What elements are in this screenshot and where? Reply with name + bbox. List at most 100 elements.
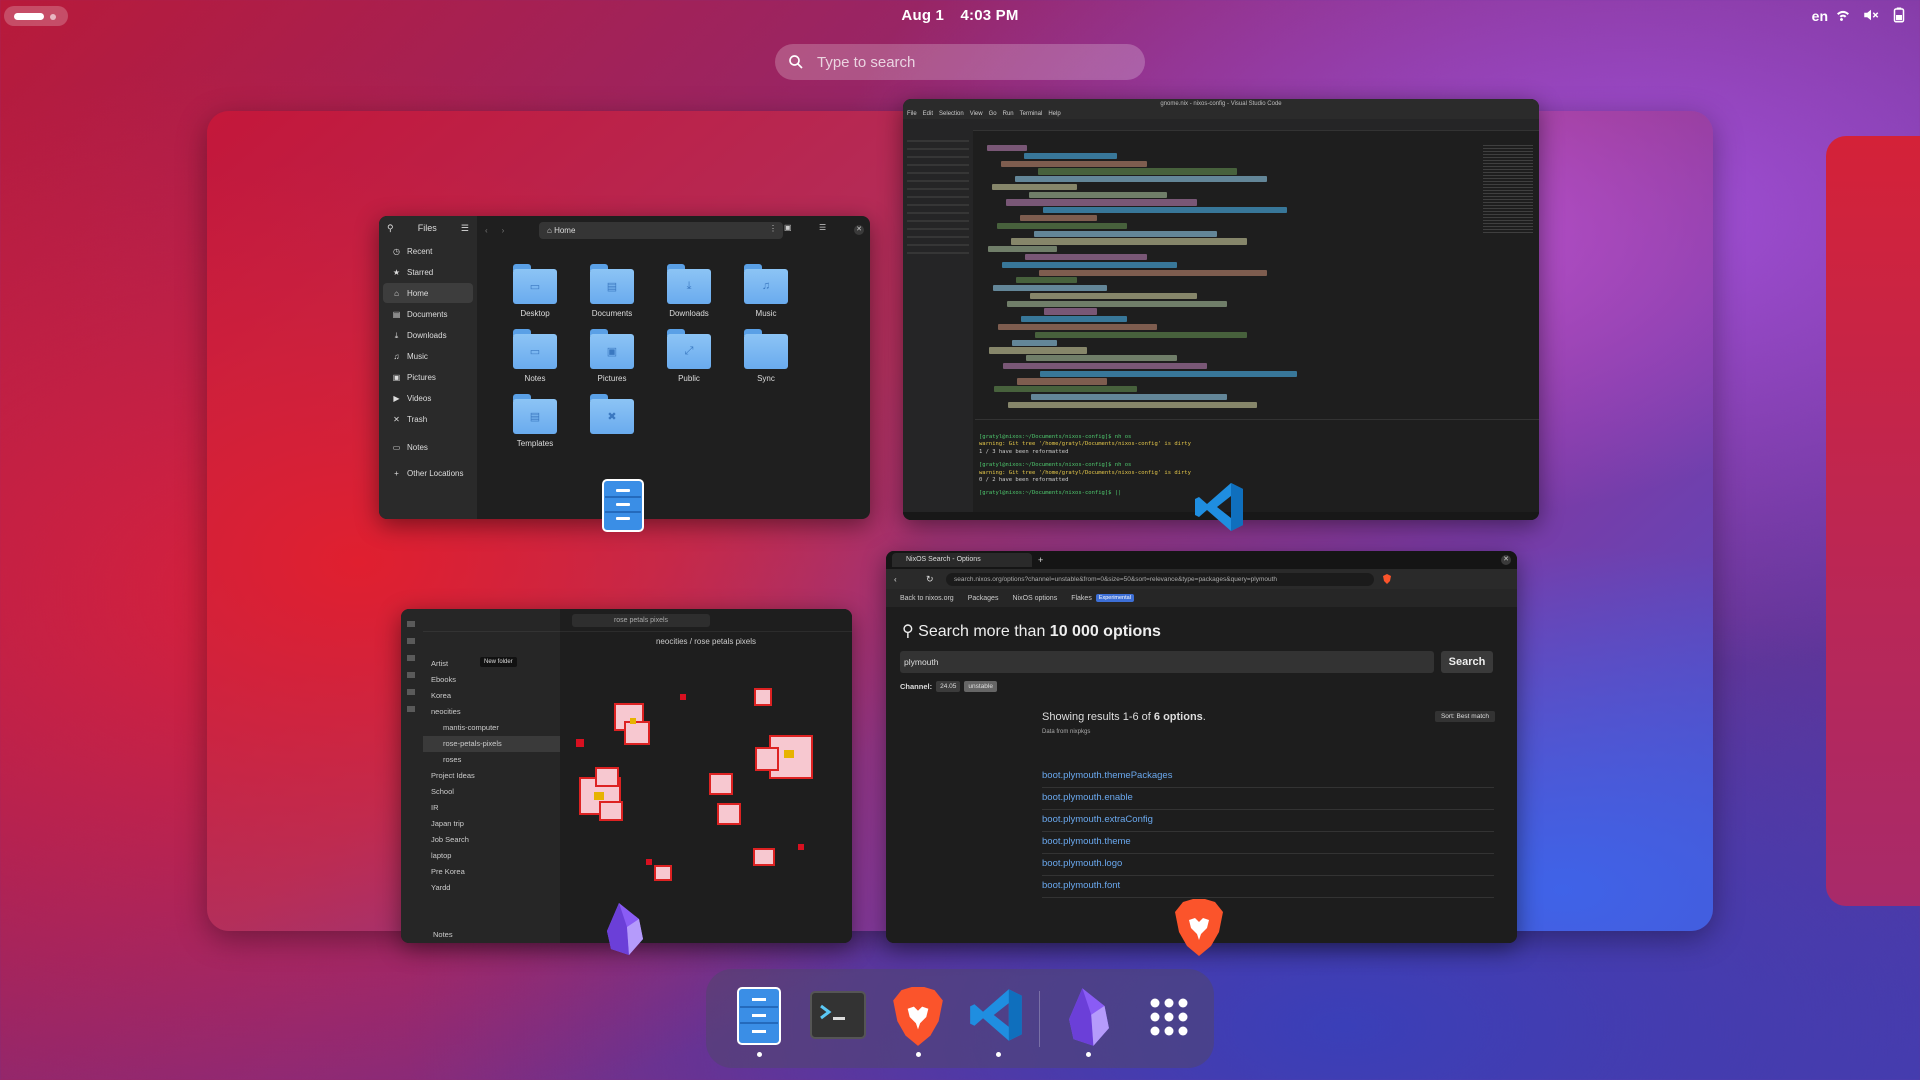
search-button[interactable]: Search: [1441, 651, 1493, 673]
menu-help[interactable]: Help: [1048, 111, 1060, 117]
obsidian-icon[interactable]: [1058, 986, 1120, 1048]
terminal-icon[interactable]: [807, 986, 869, 1048]
file-tree-item[interactable]: mantis-computer: [423, 720, 560, 736]
query-input[interactable]: plymouth: [900, 651, 1434, 673]
sidebar-item-other-locations[interactable]: + Other Locations: [383, 463, 473, 483]
path-bar[interactable]: ⌂ Home: [539, 222, 783, 239]
site-nav-link[interactable]: NixOS options: [1012, 595, 1057, 602]
folder-notes[interactable]: ▭ Notes: [500, 329, 570, 383]
vscode-icon[interactable]: [968, 986, 1030, 1048]
file-tree-item[interactable]: Ebooks: [423, 672, 560, 688]
file-tree-item[interactable]: Project Ideas: [423, 768, 560, 784]
files-window[interactable]: ⚲ Files ☰ ◷ Recent ★ Starred ⌂ Home ▤ Documents…: [379, 216, 870, 519]
menu-run[interactable]: Run: [1003, 111, 1014, 117]
vscode-window[interactable]: gnome.nix - nixos-config - Visual Studio…: [903, 99, 1539, 520]
sidebar-item-videos[interactable]: ▶ Videos: [383, 388, 473, 408]
brave-shield-icon[interactable]: [1382, 574, 1392, 584]
vault-name[interactable]: Notes: [433, 930, 453, 939]
site-nav-link[interactable]: Flakes: [1071, 595, 1092, 602]
reload-icon[interactable]: ↻: [926, 574, 934, 585]
close-icon[interactable]: ✕: [854, 225, 864, 235]
code-editor[interactable]: [975, 145, 1479, 413]
site-nav-link[interactable]: Back to nixos.org: [900, 595, 954, 602]
sidebar-item-downloads[interactable]: ⤓ Downloads: [383, 325, 473, 345]
folder-music[interactable]: ♫ Music: [731, 264, 801, 318]
terminal-panel[interactable]: [gratyl@nixos:~/Documents/nixos-config]$…: [975, 419, 1539, 512]
folder-pictures[interactable]: ▣ Pictures: [577, 329, 647, 383]
address-bar[interactable]: search.nixos.org/options?channel=unstabl…: [946, 572, 1374, 586]
search-input[interactable]: [815, 52, 1119, 72]
folder-documents[interactable]: ▤ Documents: [577, 264, 647, 318]
menu-view[interactable]: View: [970, 111, 983, 117]
brave-window[interactable]: NixOS Search - Options + ✕ ‹ ↻ search.ni…: [886, 551, 1517, 943]
sidebar-item-home[interactable]: ⌂ Home: [383, 283, 473, 303]
back-icon[interactable]: ‹: [485, 226, 488, 235]
result-link[interactable]: boot.plymouth.enable: [1042, 792, 1494, 810]
file-tree-item[interactable]: neocities: [423, 704, 560, 720]
sidebar-item-starred[interactable]: ★ Starred: [383, 262, 473, 282]
files-icon[interactable]: [728, 986, 790, 1048]
overview-search[interactable]: [775, 44, 1145, 80]
sidebar-item-notes[interactable]: ▭ Notes: [383, 437, 473, 457]
minimap[interactable]: [1483, 145, 1533, 235]
close-icon[interactable]: ✕: [1501, 555, 1511, 565]
site-nav-link[interactable]: Packages: [968, 595, 999, 602]
result-link[interactable]: boot.plymouth.themePackages: [1042, 770, 1494, 788]
menu-terminal[interactable]: Terminal: [1020, 111, 1043, 117]
sidebar-item-documents[interactable]: ▤ Documents: [383, 304, 473, 324]
file-tree-item[interactable]: Pre Korea: [423, 864, 560, 880]
file-tree-item[interactable]: rose-petals-pixels: [423, 736, 560, 752]
note-view[interactable]: rose petals pixels neocities / rose peta…: [560, 609, 852, 943]
menu-icon[interactable]: ☰: [461, 223, 469, 234]
forward-icon[interactable]: ›: [502, 226, 505, 235]
file-tree-item[interactable]: Yardd: [423, 880, 560, 896]
menu-file[interactable]: File: [907, 111, 917, 117]
system-tray[interactable]: [1834, 6, 1908, 24]
folder-desktop[interactable]: ▭ Desktop: [500, 264, 570, 318]
sidebar-item-recent[interactable]: ◷ Recent: [383, 241, 473, 261]
file-explorer[interactable]: New folder Artist Ebooks Korea neocities man…: [423, 609, 561, 943]
result-link[interactable]: boot.plymouth.logo: [1042, 858, 1494, 876]
new-tab-icon[interactable]: +: [1038, 555, 1043, 565]
search-icon[interactable]: ⚲: [387, 223, 394, 234]
result-link[interactable]: boot.plymouth.theme: [1042, 836, 1494, 854]
browser-tab[interactable]: NixOS Search - Options: [892, 553, 1032, 567]
clock[interactable]: Aug 1 4:03 PM: [0, 7, 1920, 24]
more-options-icon[interactable]: ⋮: [769, 224, 777, 233]
workspace-thumbnail-next[interactable]: [1826, 136, 1920, 906]
result-link[interactable]: boot.plymouth.font: [1042, 880, 1494, 898]
folder-sync[interactable]: Sync: [731, 329, 801, 383]
obsidian-ribbon[interactable]: [401, 609, 423, 943]
view-options-icon[interactable]: ☰: [819, 223, 826, 232]
file-tree-item[interactable]: Japan trip: [423, 816, 560, 832]
folder-public[interactable]: ⤢ Public: [654, 329, 724, 383]
tab-rose-petals[interactable]: rose petals pixels: [572, 614, 710, 627]
file-tree-item[interactable]: IR: [423, 800, 560, 816]
result-link[interactable]: boot.plymouth.extraConfig: [1042, 814, 1494, 832]
channel-unstable[interactable]: unstable: [964, 681, 997, 692]
new-folder-icon[interactable]: ▣: [784, 223, 792, 232]
file-tree-item[interactable]: laptop: [423, 848, 560, 864]
sidebar-item-trash[interactable]: ✕ Trash: [383, 409, 473, 429]
menu-selection[interactable]: Selection: [939, 111, 964, 117]
obsidian-window[interactable]: New folder Artist Ebooks Korea neocities man…: [401, 609, 852, 943]
vscode-tabs[interactable]: [903, 119, 1539, 131]
sort-dropdown[interactable]: Sort: Best match: [1434, 711, 1495, 722]
sidebar-item-pictures[interactable]: ▣ Pictures: [383, 367, 473, 387]
vscode-explorer[interactable]: [903, 130, 973, 520]
folder-templates[interactable]: ▤ Templates: [500, 394, 570, 448]
folder-downloads[interactable]: ⤓ Downloads: [654, 264, 724, 318]
file-tree-item[interactable]: School: [423, 784, 560, 800]
folder-item[interactable]: ✖: [577, 394, 647, 439]
app-grid-icon[interactable]: [1138, 986, 1200, 1048]
channel-2405[interactable]: 24.05: [936, 681, 961, 692]
back-icon[interactable]: ‹: [894, 575, 897, 584]
file-tree-item[interactable]: Job Search: [423, 832, 560, 848]
sidebar-item-music[interactable]: ♫ Music: [383, 346, 473, 366]
menu-edit[interactable]: Edit: [923, 111, 933, 117]
menu-go[interactable]: Go: [989, 111, 997, 117]
file-tree-item[interactable]: roses: [423, 752, 560, 768]
file-tree-item[interactable]: Korea: [423, 688, 560, 704]
brave-icon[interactable]: [887, 986, 949, 1048]
keyboard-layout[interactable]: en: [1812, 8, 1828, 24]
